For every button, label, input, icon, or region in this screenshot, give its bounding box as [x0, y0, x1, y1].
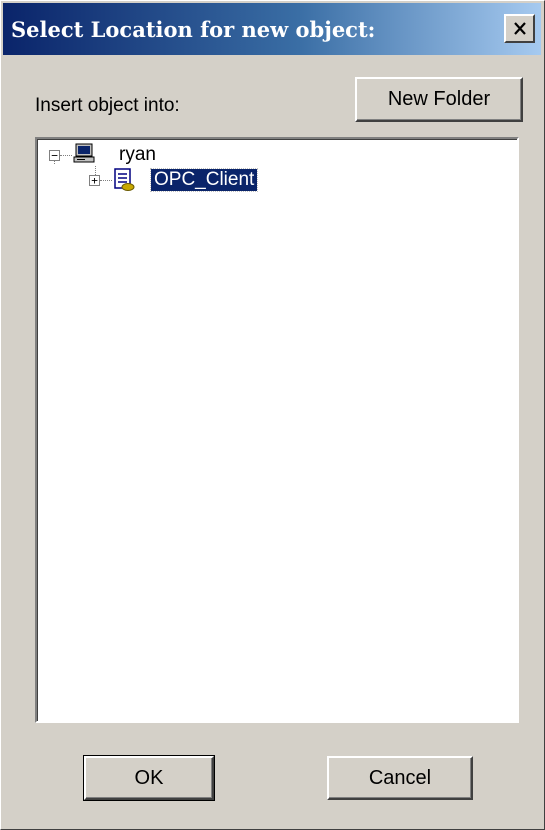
tree-node-opc-client[interactable]: OPC_Client [149, 168, 259, 192]
new-folder-button[interactable]: New Folder [355, 77, 523, 122]
insert-object-label: Insert object into: [35, 95, 180, 116]
title-bar[interactable]: Select Location for new object: [3, 3, 541, 55]
close-icon [513, 22, 526, 35]
dialog-title: Select Location for new object: [11, 17, 376, 42]
close-button[interactable] [504, 14, 535, 43]
cancel-button[interactable]: Cancel [327, 756, 473, 800]
location-tree[interactable]: − ryan + OPC_Client [35, 137, 519, 723]
computer-icon [73, 143, 95, 168]
select-location-dialog: Select Location for new object: New Fold… [0, 0, 545, 830]
document-icon [113, 168, 135, 197]
new-folder-label: New Folder [387, 88, 491, 110]
cancel-label: Cancel [368, 766, 432, 789]
ok-button[interactable]: OK [83, 755, 215, 801]
ok-label: OK [134, 766, 164, 789]
expand-expander[interactable]: + [89, 175, 100, 186]
collapse-expander[interactable]: − [49, 150, 60, 161]
tree-node-ryan[interactable]: ryan [119, 144, 156, 166]
